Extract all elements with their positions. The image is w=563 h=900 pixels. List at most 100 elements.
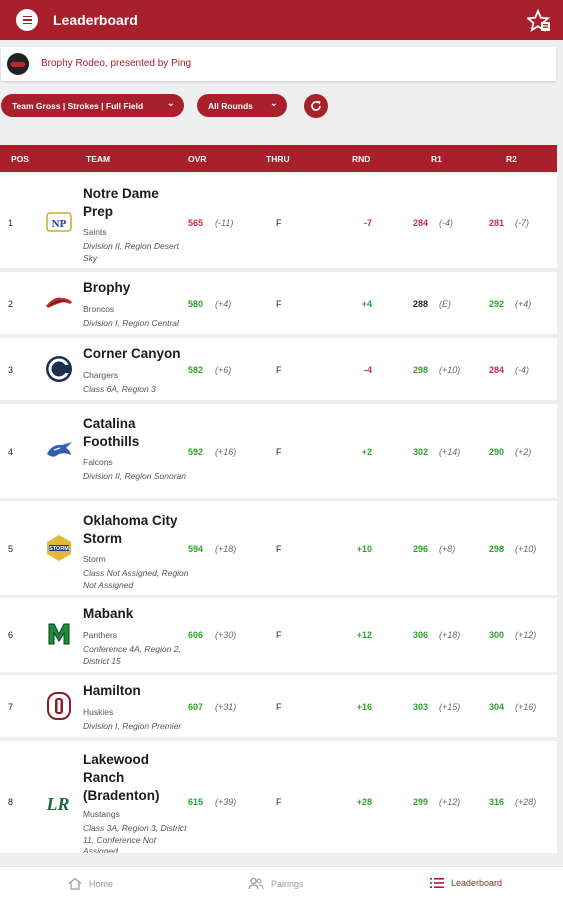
team-mascot: Mustangs [83,809,120,819]
team-logo: LR [45,794,69,814]
col-pos: POS [11,154,29,164]
round-to-par: +10 [356,544,372,554]
team-name: Brophy [83,280,131,295]
overall-to-par: (+31) [215,702,237,712]
team-division: Class 6A, Region 3 [83,384,156,394]
position: 5 [8,544,14,554]
overall-score: 582 [188,365,204,375]
col-r2: R2 [506,154,517,164]
rounds-filter-dropdown[interactable]: All Rounds ⌄ [197,94,287,117]
overall-to-par: (+16) [215,447,237,457]
r2-score: 304 [489,702,505,712]
team-mascot: Storm [83,554,106,564]
overall-to-par: (+6) [215,365,232,375]
thru: F [276,365,282,375]
scoring-filter-dropdown[interactable]: Team Gross | Strokes | Full Field ⌄ [1,94,184,117]
team-division: Division II, Region Desert Sky [83,241,179,263]
page-title: Leaderboard [53,12,138,28]
team-name: Mabank [83,606,134,621]
team-mascot: Chargers [83,370,118,380]
table-row[interactable]: 8 LR Lakewood Ranch (Bradenton) Mustangs… [0,741,557,853]
nav-pairings[interactable]: Pairings [248,877,304,890]
r1-score: 298 [413,365,429,375]
team-division: Conference 4A, Region 2, District 15 [83,644,181,666]
r1-to-par: (+8) [439,544,456,554]
thru: F [276,702,282,712]
team-mascot: Falcons [83,457,113,467]
r1-score: 284 [413,218,429,228]
r2-score: 290 [489,447,505,457]
team-logo: NP [46,212,72,232]
svg-text:LR: LR [45,794,69,814]
col-rnd: RND [352,154,371,164]
table-row[interactable]: 7 Hamilton Huskies Division I, Region Pr… [0,675,557,737]
team-logo [46,297,72,308]
r1-to-par: (-4) [439,218,453,228]
team-mascot: Broncos [83,304,115,314]
r1-to-par: (+10) [439,365,461,375]
r1-score: 306 [413,630,429,640]
r2-score: 298 [489,544,505,554]
position: 2 [8,299,14,309]
round-to-par: -7 [363,218,372,228]
r2-to-par: (-7) [515,218,529,228]
round-to-par: +12 [356,630,372,640]
team-logo [48,623,70,645]
r2-to-par: (+10) [515,544,537,554]
event-logo [7,53,29,75]
position: 8 [8,797,14,807]
overall-to-par: (+4) [215,299,232,309]
table-row[interactable]: 1 NP Notre Dame Prep Saints Division II,… [0,174,557,268]
r2-score: 316 [489,797,505,807]
round-to-par: +28 [356,797,372,807]
r1-score: 296 [413,544,429,554]
table-row[interactable]: 3 Corner Canyon Chargers Class 6A, Regio… [0,338,557,400]
people-icon [248,877,264,890]
col-r1: R1 [431,154,442,164]
r2-to-par: (+16) [515,702,537,712]
position: 7 [8,702,14,712]
team-name: Corner Canyon [83,346,181,361]
bottom-navigation: Home Pairings Leaderboard [0,866,563,900]
table-row[interactable]: 4 Catalina Foothills Falcons Division II… [0,404,557,498]
table-row[interactable]: 2 Brophy Broncos Division I, Region Cent… [0,272,557,334]
overall-score: 580 [188,299,204,309]
overall-score: 592 [188,447,204,457]
table-row[interactable]: 6 Mabank Panthers Conference 4A, Region … [0,598,557,672]
event-name: Brophy Rodeo, presented by Ping [41,58,192,69]
team-division: Class Not Assigned, Region Not Assigned [83,568,189,590]
refresh-icon [311,101,321,111]
team-mascot: Huskies [83,707,114,717]
r2-score: 281 [489,218,505,228]
team-division: Division I, Region Central [83,318,179,328]
r1-score: 303 [413,702,429,712]
round-to-par: +4 [361,299,372,309]
svg-text:NP: NP [52,218,67,230]
overall-to-par: (+30) [215,630,237,640]
r1-score: 302 [413,447,429,457]
nav-home[interactable]: Home [68,877,113,890]
team-division: Class 3A, Region 3, District 11, Confere… [83,823,187,853]
thru: F [276,544,282,554]
event-card[interactable]: Brophy Rodeo, presented by Ping [1,47,556,81]
menu-icon[interactable] [16,9,38,31]
thru: F [276,630,282,640]
team-name: Catalina Foothills [83,416,140,449]
thru: F [276,218,282,228]
thru: F [276,447,282,457]
chevron-down-icon: ⌄ [269,98,278,109]
table-row[interactable]: 5 STORM Oklahoma City Storm Storm Class … [0,501,557,595]
overall-to-par: (+39) [215,797,237,807]
team-name: Notre Dame Prep [83,186,159,219]
favorite-star-icon[interactable] [527,9,551,33]
team-division: Division II, Region Sonoran [83,471,187,481]
refresh-button[interactable] [304,94,328,118]
nav-leaderboard[interactable]: Leaderboard [430,877,502,889]
overall-score: 607 [188,702,204,712]
overall-to-par: (-11) [215,218,234,228]
team-name: Oklahoma City Storm [83,513,178,546]
team-name: Lakewood Ranch (Bradenton) [83,752,160,803]
r2-score: 284 [489,365,505,375]
overall-score: 565 [188,218,204,228]
r2-to-par: (-4) [515,365,529,375]
